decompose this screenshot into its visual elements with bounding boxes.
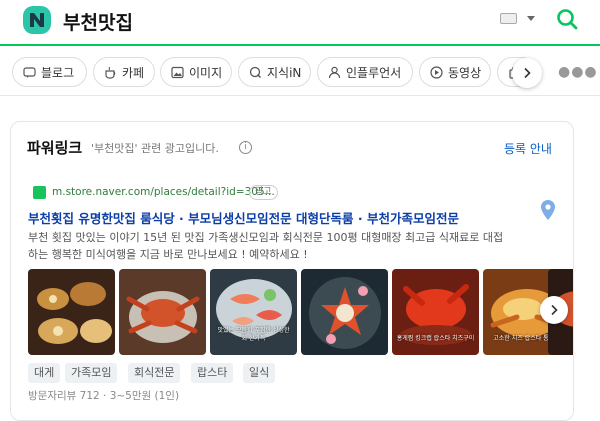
tab-video[interactable]: 동영상 bbox=[419, 57, 491, 87]
food-photo-icon bbox=[119, 269, 206, 355]
ad-image[interactable]: 맛있는 모듬회 푸짐한 싱싱한 회 한가득 bbox=[210, 269, 297, 355]
tab-label: 지식iN bbox=[267, 65, 302, 80]
ad-image-caption: 맛있는 모듬회 푸짐한 싱싱한 회 한가득 bbox=[217, 327, 290, 342]
food-photo-icon bbox=[301, 269, 388, 355]
search-icon[interactable] bbox=[556, 8, 578, 30]
tab-blog[interactable]: 블로그 bbox=[12, 57, 87, 87]
video-icon bbox=[430, 65, 443, 79]
map-pin-icon[interactable] bbox=[539, 199, 557, 221]
tab-cafe[interactable]: 카페 bbox=[93, 57, 155, 87]
ad-image[interactable] bbox=[119, 269, 206, 355]
keyword-chip[interactable]: 대게 bbox=[28, 363, 61, 383]
ad-description: 부천 횟집 맛있는 이야기 15년 된 맛집 가족생신모임과 회식전문 100평… bbox=[28, 229, 528, 263]
ad-image[interactable] bbox=[28, 269, 115, 355]
info-icon[interactable]: i bbox=[239, 141, 252, 154]
search-query-text[interactable]: 부천맛집 bbox=[63, 8, 133, 35]
search-header: 부천맛집 bbox=[0, 0, 600, 46]
knowledge-icon bbox=[249, 66, 262, 78]
cafe-icon bbox=[105, 66, 116, 79]
chevron-down-icon[interactable] bbox=[527, 16, 535, 21]
image-icon bbox=[171, 66, 184, 78]
ad-url[interactable]: m.store.naver.com/places/detail?id=305..… bbox=[52, 186, 275, 198]
ad-image[interactable]: 홍게찜 킹크랩 랍스타 치즈구이 bbox=[392, 269, 479, 355]
naver-n-logo-icon[interactable] bbox=[22, 5, 52, 35]
powerlink-description: '부천맛집' 관련 광고입니다. bbox=[91, 142, 219, 155]
ad-register-link[interactable]: 등록 안내 bbox=[504, 140, 552, 157]
chevron-right-icon bbox=[551, 304, 558, 316]
powerlink-section: 파워링크 '부천맛집' 관련 광고입니다. i 등록 안내 m.store.na… bbox=[10, 121, 574, 421]
tab-label: 인플루언서 bbox=[346, 65, 402, 80]
keyword-chip[interactable]: 가족모임 bbox=[65, 363, 118, 383]
carousel-next-button[interactable] bbox=[540, 296, 568, 324]
tab-label: 동영상 bbox=[448, 65, 482, 80]
ad-description-line: 하는 행복한 미식여행을 지금 바로 만나보세요 ! 예약하세요 ! bbox=[28, 248, 308, 261]
ad-description-line: 부천 횟집 맛있는 이야기 15년 된 맛집 가족생신모임과 회식전문 100평… bbox=[28, 231, 504, 244]
ad-title-link[interactable]: 부천횟집 유명한맛집 룸식당 · 부모님생신모임전문 대형단독룸 · 부천가족모… bbox=[28, 208, 459, 227]
powerlink-title: 파워링크 bbox=[27, 139, 83, 157]
keyword-chip[interactable]: 랍스타 bbox=[191, 363, 234, 383]
keyboard-icon[interactable] bbox=[500, 13, 517, 24]
ad-image-carousel: 맛있는 모듬회 푸짐한 싱싱한 회 한가득 홍게찜 킹크랩 랍스타 치즈구이 고… bbox=[28, 269, 573, 355]
more-options-icon[interactable]: ●●● bbox=[558, 64, 598, 80]
keyword-chip[interactable]: 회식전문 bbox=[128, 363, 181, 383]
tab-image[interactable]: 이미지 bbox=[160, 57, 232, 87]
chevron-right-icon bbox=[524, 67, 531, 79]
blog-icon bbox=[23, 66, 36, 78]
ad-image[interactable] bbox=[301, 269, 388, 355]
site-favicon-icon bbox=[33, 186, 46, 199]
tab-label: 이미지 bbox=[189, 65, 223, 80]
tabs-next-button[interactable] bbox=[512, 58, 542, 88]
search-tabs: 블로그 카페 이미지 지식iN 인플루언서 동영상 쇼핑 ●●● bbox=[0, 48, 600, 96]
ad-badge: 광고 bbox=[249, 185, 278, 200]
food-photo-icon bbox=[28, 269, 115, 355]
ad-meta-info: 방문자리뷰 712 · 3~5만원 (1인) bbox=[28, 390, 180, 402]
ad-image-caption: 홍게찜 킹크랩 랍스타 치즈구이 bbox=[396, 335, 475, 342]
tab-knowledge-in[interactable]: 지식iN bbox=[238, 57, 311, 87]
tab-label: 카페 bbox=[122, 65, 145, 80]
influencer-icon bbox=[328, 66, 341, 78]
tab-influencer[interactable]: 인플루언서 bbox=[317, 57, 413, 87]
keyword-chip[interactable]: 일식 bbox=[243, 363, 276, 383]
tab-label: 블로그 bbox=[41, 65, 75, 80]
